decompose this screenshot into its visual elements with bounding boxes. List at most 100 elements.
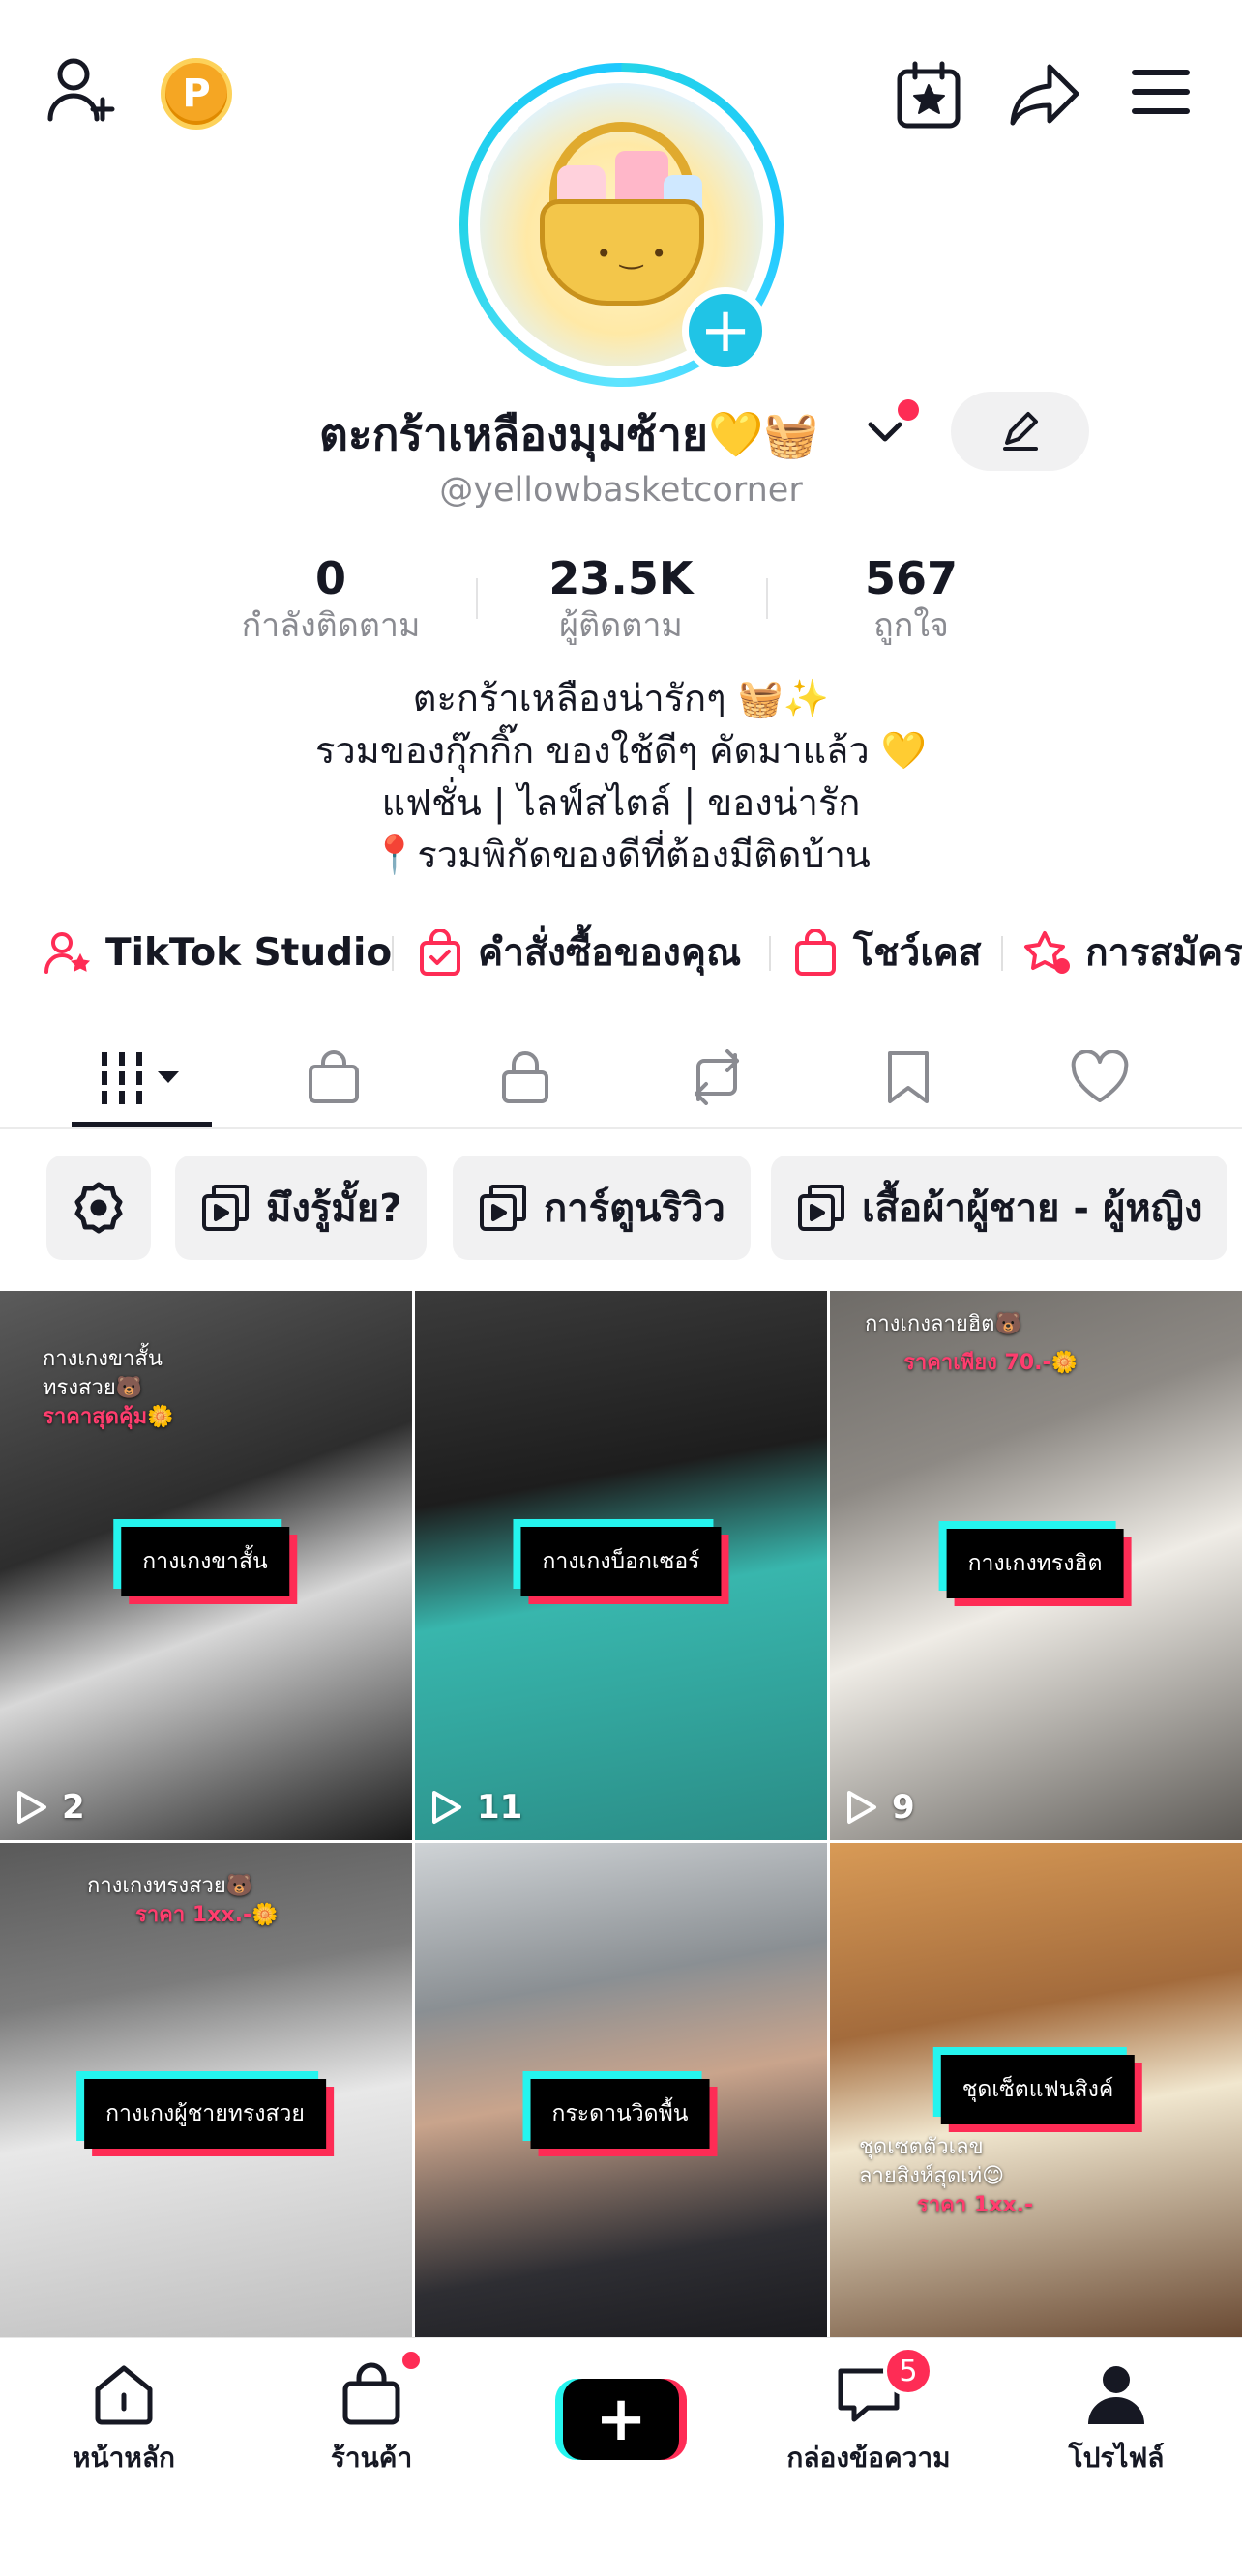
- playlist-label: การ์ตูนริวิว: [544, 1186, 725, 1231]
- bio-line: รวมของกุ๊กกิ๊ก ของใช้ดีๆ คัดมาแล้ว 💛: [314, 729, 928, 772]
- content-tabs: [0, 1025, 1242, 1129]
- link-divider: [392, 936, 394, 971]
- lock-icon: [502, 1051, 548, 1103]
- link-tiktok-studio[interactable]: TikTok Studio: [44, 919, 392, 986]
- video-price: ราคา 1xx.-: [917, 2193, 1034, 2217]
- link-label: โชว์เคส: [853, 931, 982, 975]
- playlist-chips: มึงรู้มั้ย? การ์ตูนริวิว เสื้อผ้าผู้ชาย …: [0, 1156, 1242, 1264]
- quick-links: TikTok Studio คำสั่งซื้อของคุณ โชว์เคส ก…: [0, 919, 1242, 986]
- video-thumbnail[interactable]: กระดานวิดพื้น: [415, 1843, 827, 2337]
- video-title-label: กางเกงขาสั้น: [121, 1527, 289, 1596]
- playlist-settings-button[interactable]: [46, 1156, 151, 1260]
- shop-notification-dot: [399, 2348, 424, 2373]
- shop-bag-icon: [309, 1050, 359, 1103]
- video-thumbnail[interactable]: ชุดเซ็ตแฟนสิงค์ ชุดเซตตัวเลข ลายสิงห์สุด…: [830, 1843, 1242, 2337]
- playlist-icon: [796, 1183, 846, 1233]
- studio-icon: [44, 928, 92, 977]
- stat-label: กำลังติดตาม: [241, 606, 421, 645]
- video-title-label: กางเกงผู้ชายทรงสวย: [84, 2079, 326, 2149]
- link-subscription[interactable]: การสมัคร: [1023, 919, 1242, 986]
- stat-likes[interactable]: 567 ถูกใจ: [785, 551, 1037, 646]
- nav-shop[interactable]: ร้านค้า: [275, 2356, 468, 2491]
- video-thumbnail[interactable]: กางเกงลายฮิต🐻 ราคาเพียง 70.-🌼 กางเกงทรงฮ…: [830, 1291, 1242, 1840]
- tab-videos[interactable]: [46, 1025, 238, 1129]
- nav-label: ร้านค้า: [330, 2442, 413, 2474]
- order-bag-icon: [416, 928, 464, 977]
- link-divider: [1001, 936, 1003, 971]
- home-icon: [85, 2356, 163, 2433]
- playlist-chip[interactable]: มึงรู้มั้ย?: [175, 1156, 428, 1260]
- pencil-icon: [1002, 412, 1038, 451]
- video-caption: กางเกงขาสั้น ทรงสวย🐻: [43, 1347, 163, 1400]
- settings-icon: [74, 1182, 123, 1234]
- inbox-badge: 5: [883, 2346, 933, 2396]
- add-story-plus-icon[interactable]: +: [682, 287, 769, 374]
- play-icon: [847, 1791, 876, 1824]
- stat-label: ผู้ติดตาม: [559, 606, 683, 645]
- tab-favorites[interactable]: [813, 1025, 1004, 1129]
- bottom-nav: หน้าหลัก ร้านค้า + กล่องข้อความ 5 โปรไฟล…: [0, 2337, 1242, 2576]
- view-count-value: 11: [477, 1788, 523, 1827]
- tab-private[interactable]: [429, 1025, 621, 1129]
- view-count: 11: [430, 1788, 522, 1827]
- profile-handle: @yellowbasketcorner: [439, 471, 803, 510]
- link-showcase[interactable]: โชว์เคส: [791, 919, 982, 986]
- share-icon[interactable]: [1006, 58, 1083, 132]
- view-count: 9: [845, 1788, 915, 1827]
- playlist-chip[interactable]: เสื้อผ้าผู้ชาย - ผู้หญิง: [771, 1156, 1228, 1260]
- bio-line: แฟชั่น | ไลฟ์สไตล์ | ของน่ารัก: [381, 781, 861, 824]
- link-label: TikTok Studio: [105, 930, 393, 975]
- edit-profile-button[interactable]: [951, 392, 1089, 471]
- tab-liked[interactable]: [1004, 1025, 1196, 1129]
- playlist-label: มึงรู้มั้ย?: [266, 1186, 402, 1231]
- stat-value: 567: [864, 552, 959, 604]
- stat-followers[interactable]: 23.5K ผู้ติดตาม: [495, 551, 747, 646]
- video-price: ราคา 1xx.-🌼: [135, 1903, 279, 1927]
- profile-bio: ตะกร้าเหลืองน่ารักๆ 🧺✨ รวมของกุ๊กกิ๊ก ขอ…: [0, 672, 1242, 881]
- nav-profile[interactable]: โปรไฟล์: [1020, 2356, 1213, 2491]
- profile-name: ตะกร้าเหลืองมุมซ้าย💛🧺: [319, 408, 819, 460]
- active-tab-indicator: [72, 1122, 212, 1127]
- video-thumbnail[interactable]: กางเกงทรงสวย🐻 ราคา 1xx.-🌼 กางเกงผู้ชายทร…: [0, 1843, 412, 2337]
- bio-line: ตะกร้าเหลืองน่ารักๆ 🧺✨: [412, 677, 830, 719]
- showcase-bag-icon: [791, 928, 840, 977]
- tab-reposts[interactable]: [621, 1025, 813, 1129]
- video-title-label: กางเกงทรงฮิต: [946, 1529, 1124, 1598]
- nav-inbox[interactable]: กล่องข้อความ: [772, 2356, 965, 2491]
- stat-label: ถูกใจ: [873, 606, 949, 645]
- calendar-star-icon[interactable]: [890, 56, 967, 133]
- repost-icon: [695, 1049, 739, 1105]
- view-count: 2: [15, 1788, 85, 1827]
- nav-label: หน้าหลัก: [73, 2442, 175, 2474]
- chevron-down-icon[interactable]: [864, 413, 906, 452]
- menu-icon[interactable]: [1127, 60, 1195, 124]
- bookmark-icon: [888, 1051, 929, 1103]
- stat-divider: [476, 578, 478, 619]
- create-button[interactable]: +: [555, 2379, 687, 2460]
- video-title-label: กระดานวิดพื้น: [530, 2079, 710, 2149]
- video-caption: ชุดเซตตัวเลข ลายสิงห์สุดเท่😊: [859, 2135, 1005, 2188]
- notification-dot: [898, 399, 919, 421]
- playlist-icon: [478, 1183, 528, 1233]
- video-thumbnail[interactable]: กางเกงบ็อกเซอร์ 11: [415, 1291, 827, 1840]
- video-price: ราคาเพียง 70.-🌼: [903, 1351, 1079, 1375]
- link-orders[interactable]: คำสั่งซื้อของคุณ: [416, 919, 741, 986]
- heart-icon: [1071, 1050, 1129, 1102]
- tab-shop[interactable]: [238, 1025, 429, 1129]
- coin-icon[interactable]: P: [161, 58, 232, 130]
- stat-following[interactable]: 0 กำลังติดตาม: [205, 551, 457, 646]
- video-caption: กางเกงลายฮิต🐻: [865, 1312, 1021, 1336]
- video-thumbnail[interactable]: กางเกงขาสั้น ทรงสวย🐻 ราคาสุดคุ้ม🌼 กางเกง…: [0, 1291, 412, 1840]
- link-label: คำสั่งซื้อของคุณ: [478, 931, 742, 975]
- link-divider: [769, 936, 771, 971]
- subscription-icon: [1023, 928, 1072, 977]
- link-label: การสมัคร: [1085, 931, 1242, 975]
- nav-label: โปรไฟล์: [1068, 2442, 1165, 2474]
- play-icon: [17, 1791, 46, 1824]
- add-friend-icon[interactable]: [44, 56, 121, 126]
- playlist-chip[interactable]: การ์ตูนริวิว: [453, 1156, 751, 1260]
- video-caption: กางเกงทรงสวย🐻: [87, 1874, 253, 1898]
- view-count-value: 2: [62, 1788, 85, 1827]
- nav-home[interactable]: หน้าหลัก: [27, 2356, 221, 2491]
- stat-value: 0: [314, 552, 346, 604]
